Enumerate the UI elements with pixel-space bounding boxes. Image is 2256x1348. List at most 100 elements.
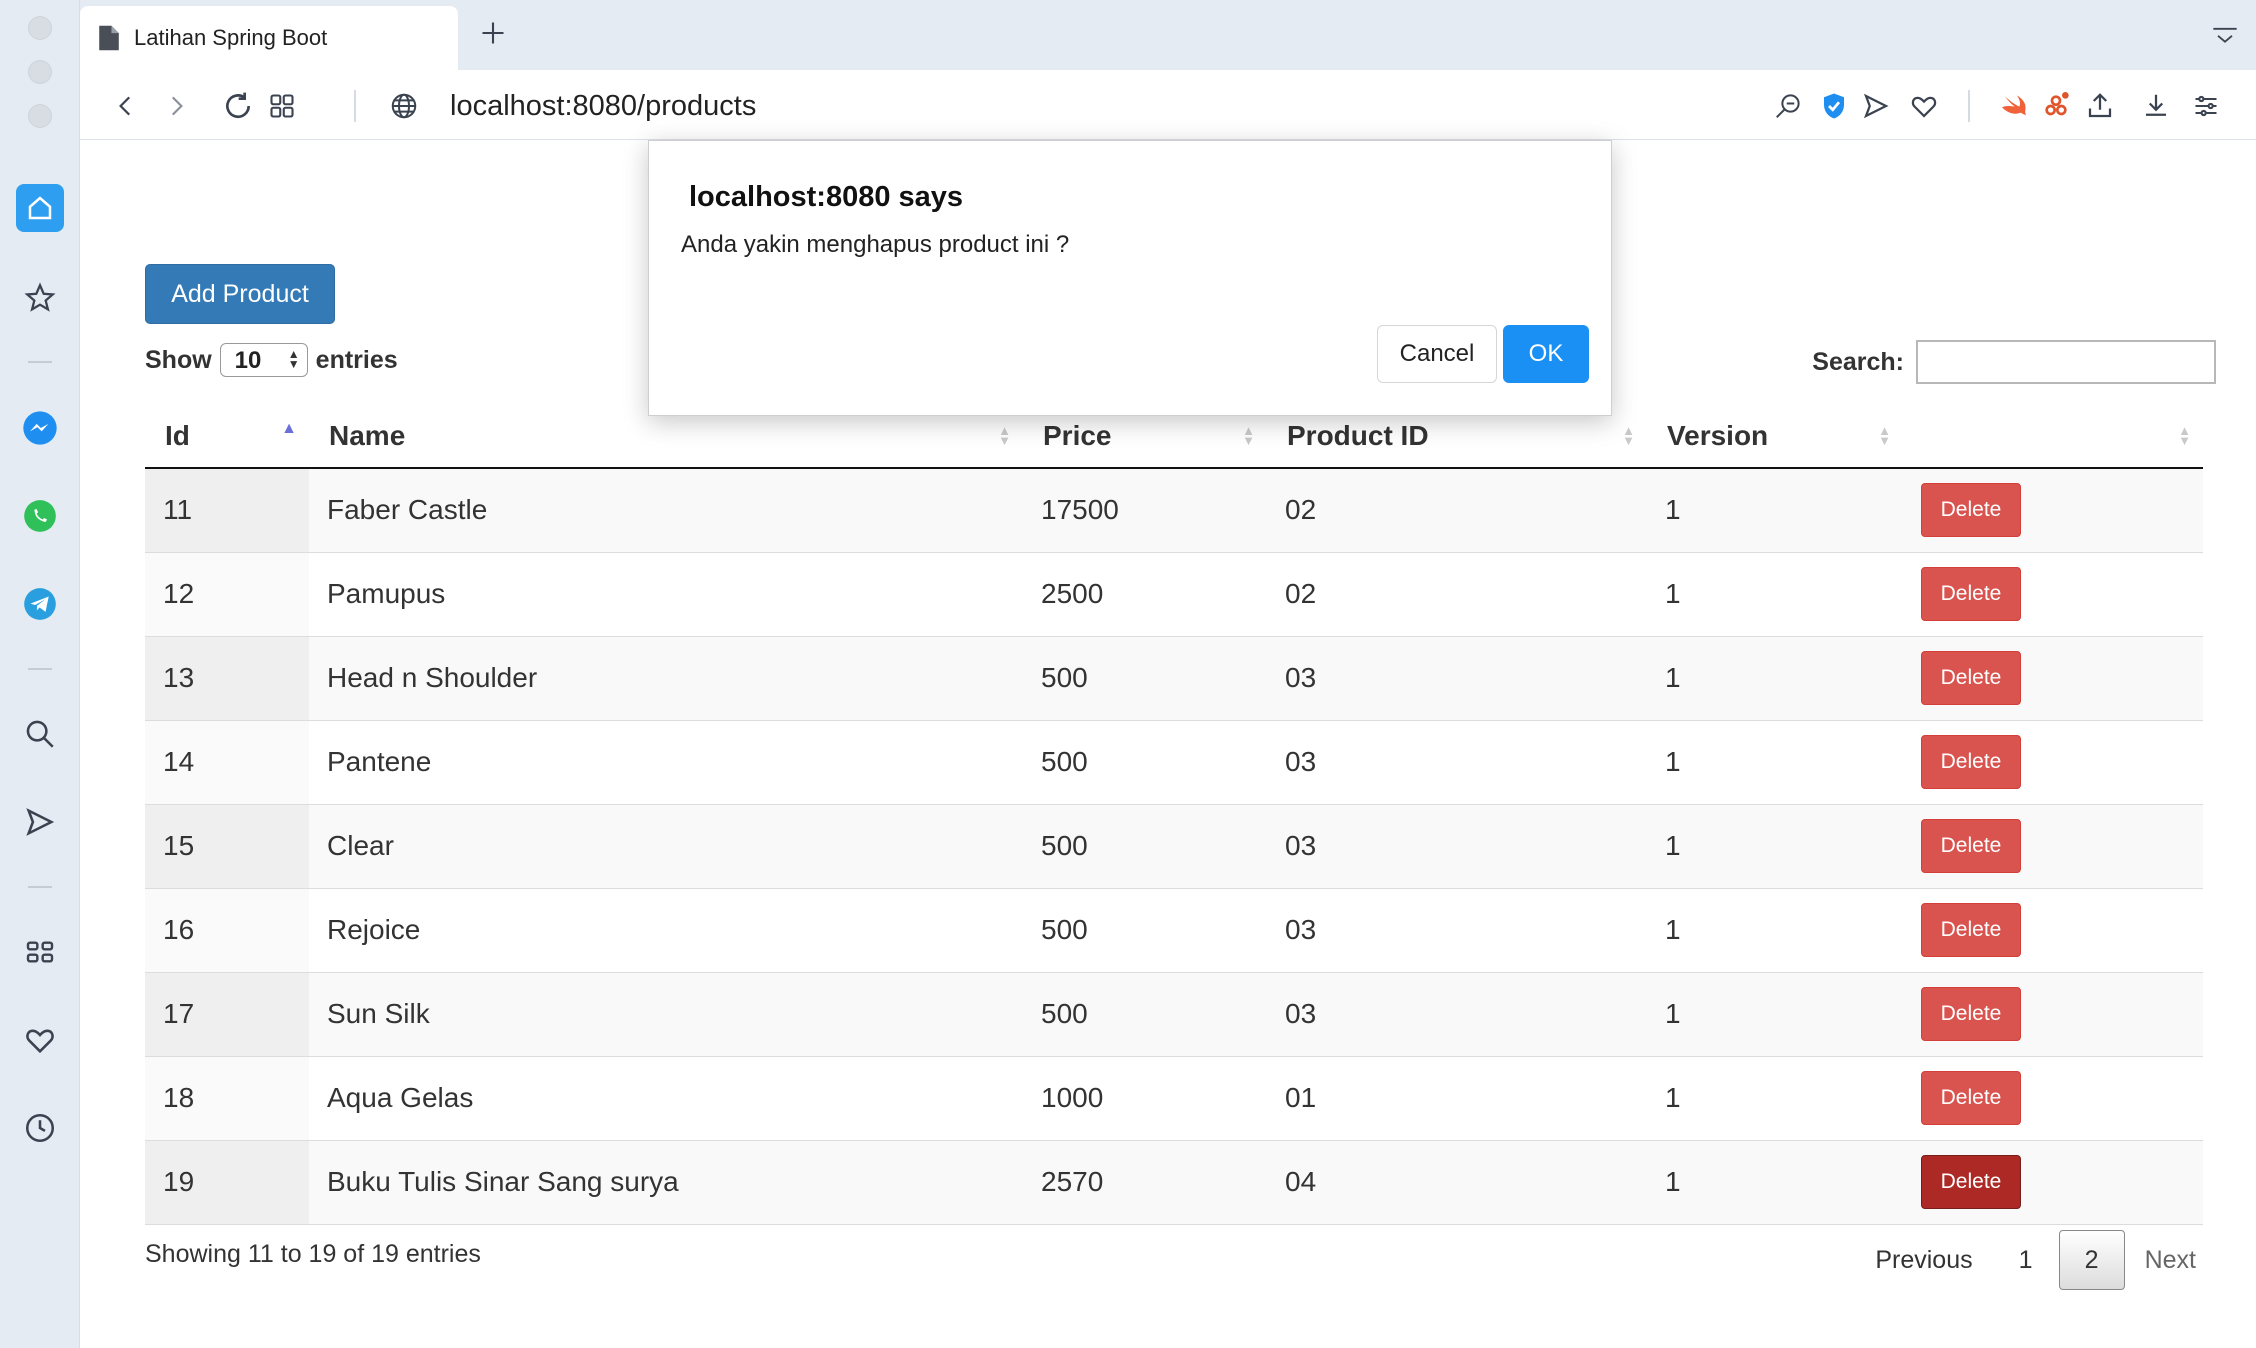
cell-product-id: 03 — [1267, 636, 1647, 721]
column-header-id[interactable]: Id ▲ — [145, 404, 309, 469]
column-header-action[interactable]: ▲ ▼ — [1903, 404, 2203, 469]
shield-check-icon — [1824, 93, 1844, 119]
sidebar-send-button[interactable] — [16, 798, 64, 846]
table-info: Showing 11 to 19 of 19 entries — [145, 1240, 481, 1268]
window-zoom-button[interactable] — [28, 104, 52, 128]
messenger-icon — [23, 411, 57, 445]
sidebar-divider — [28, 361, 52, 363]
sidebar-history-button[interactable] — [16, 1104, 64, 1152]
dialog-cancel-button[interactable]: Cancel — [1377, 325, 1497, 383]
sidebar-whatsapp-button[interactable] — [16, 492, 64, 540]
dialog-ok-button[interactable]: OK — [1503, 325, 1589, 383]
address-field[interactable]: localhost:8080/products — [450, 86, 756, 126]
sidebar-messenger-button[interactable] — [16, 404, 64, 452]
share-button[interactable] — [2080, 86, 2120, 126]
cell-price: 2500 — [1023, 552, 1267, 637]
chevron-right-icon — [171, 96, 183, 116]
delete-button[interactable]: Delete — [1921, 1155, 2021, 1209]
back-button[interactable] — [106, 86, 146, 126]
send-icon — [1863, 93, 1889, 119]
add-product-button[interactable]: Add Product — [145, 264, 335, 324]
cell-price: 500 — [1023, 804, 1267, 889]
table-row: 16 Rejoice 500 03 1 Delete — [145, 888, 2203, 973]
tab-list-button[interactable] — [2208, 20, 2242, 54]
sort-both-icon: ▲ ▼ — [2178, 423, 2191, 448]
delete-button[interactable]: Delete — [1921, 1071, 2021, 1125]
delete-button[interactable]: Delete — [1921, 483, 2021, 538]
delete-button[interactable]: Delete — [1921, 567, 2021, 621]
cell-name: Aqua Gelas — [309, 1056, 1023, 1141]
cell-id: 16 — [145, 888, 309, 973]
cell-price: 500 — [1023, 972, 1267, 1057]
pagination-page-1[interactable]: 1 — [1993, 1230, 2059, 1290]
settings-button[interactable] — [2186, 86, 2226, 126]
sidebar-apps-button[interactable] — [16, 928, 64, 976]
heart-icon — [1911, 96, 1937, 118]
column-header-version[interactable]: Version ▲ ▼ — [1647, 404, 1903, 469]
pagination-page-2[interactable]: 2 — [2058, 1230, 2125, 1290]
telegram-icon — [24, 588, 56, 620]
confirm-dialog: localhost:8080 says Anda yakin menghapus… — [648, 140, 1612, 416]
cell-product-id: 01 — [1267, 1056, 1647, 1141]
search-input[interactable] — [1916, 340, 2216, 384]
zoom-button[interactable] — [1768, 86, 1808, 126]
tabs-overview-button[interactable] — [262, 86, 302, 126]
delete-button[interactable]: Delete — [1921, 819, 2021, 873]
sort-both-icon: ▲ ▼ — [1622, 423, 1635, 448]
sidebar-telegram-button[interactable] — [16, 580, 64, 628]
downloads-button[interactable] — [2136, 86, 2176, 126]
sidebar-favorites-button[interactable] — [16, 1016, 64, 1064]
share-send-button[interactable] — [1856, 86, 1896, 126]
sidebar-bookmarks-button[interactable] — [16, 274, 64, 322]
cell-id: 11 — [145, 468, 309, 553]
cell-id: 15 — [145, 804, 309, 889]
table-row: 15 Clear 500 03 1 Delete — [145, 804, 2203, 889]
cell-id: 13 — [145, 636, 309, 721]
cell-id: 18 — [145, 1056, 309, 1141]
tab-latihan-spring-boot[interactable]: Latihan Spring Boot — [80, 6, 458, 70]
delete-button[interactable]: Delete — [1921, 903, 2021, 957]
globe-icon — [391, 93, 417, 119]
download-icon — [2146, 94, 2166, 116]
sort-ascending-icon: ▲ — [281, 420, 297, 437]
delete-button[interactable]: Delete — [1921, 987, 2021, 1041]
entries-length-control: Show 10 ▲ ▼ entries — [145, 342, 398, 378]
whatsapp-icon — [24, 500, 56, 532]
entries-length-select[interactable]: 10 — [219, 343, 308, 377]
search-icon — [26, 720, 54, 748]
new-tab-button[interactable] — [474, 14, 512, 52]
length-entries-label: entries — [315, 345, 398, 374]
cell-price: 500 — [1023, 720, 1267, 805]
sidebar-search-button[interactable] — [16, 710, 64, 758]
swift-extension-button[interactable] — [1994, 86, 2034, 126]
send-icon — [26, 808, 55, 836]
table-search: Search: — [1812, 340, 2216, 384]
heart-icon — [26, 1029, 54, 1054]
cell-version: 1 — [1647, 720, 1903, 805]
privacy-shield-button[interactable] — [1814, 86, 1854, 126]
pagination-previous[interactable]: Previous — [1855, 1230, 1992, 1290]
grid-icon — [26, 941, 54, 963]
cell-product-id: 02 — [1267, 552, 1647, 637]
sidebar-home-button[interactable] — [16, 184, 64, 232]
delete-button[interactable]: Delete — [1921, 651, 2021, 705]
pagination-next[interactable]: Next — [2125, 1230, 2216, 1290]
cell-price: 500 — [1023, 636, 1267, 721]
favorite-button[interactable] — [1904, 86, 1944, 126]
reload-button[interactable] — [218, 86, 258, 126]
extension-button[interactable] — [2036, 86, 2076, 126]
window-minimize-button[interactable] — [28, 60, 52, 84]
address-toolbar: localhost:8080/products — [80, 70, 2256, 140]
swift-icon — [2002, 95, 2026, 116]
cell-name: Faber Castle — [309, 468, 1023, 553]
site-info-button[interactable] — [384, 86, 424, 126]
delete-button[interactable]: Delete — [1921, 735, 2021, 789]
plus-icon — [482, 22, 504, 44]
cell-product-id: 03 — [1267, 972, 1647, 1057]
cell-product-id: 03 — [1267, 888, 1647, 973]
cell-version: 1 — [1647, 636, 1903, 721]
forward-button[interactable] — [156, 86, 196, 126]
sort-both-icon: ▲ ▼ — [1878, 423, 1891, 448]
window-close-button[interactable] — [28, 16, 52, 40]
sidebar-divider — [28, 668, 52, 670]
